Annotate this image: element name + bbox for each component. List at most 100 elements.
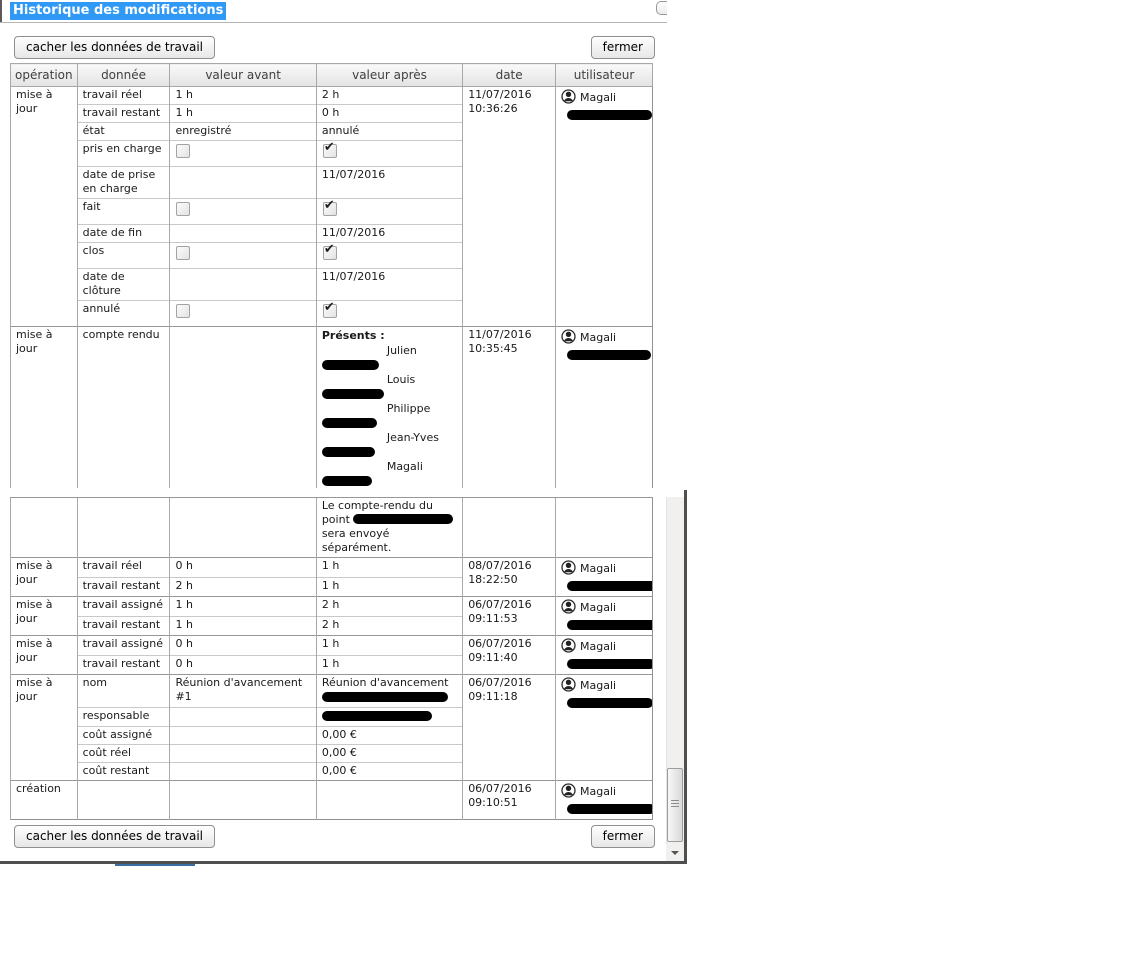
arrow-down-icon — [671, 851, 679, 855]
operation-cell: mise à jour — [11, 636, 78, 675]
date-text: 06/07/2016 — [468, 637, 551, 651]
text-line: séparément. — [322, 541, 458, 555]
value-before-cell — [170, 727, 316, 745]
value-text: 1 h — [175, 106, 311, 120]
value-text: 11/07/2016 — [322, 168, 458, 182]
value-text: 0 h — [175, 657, 311, 671]
user-cell — [556, 498, 653, 558]
date-cell — [463, 498, 556, 558]
date-text: 06/07/2016 — [468, 598, 551, 612]
time-text: 09:11:53 — [468, 612, 551, 626]
operation-cell: mise à jour — [11, 675, 78, 781]
history-entry: mise à jourtravail assigné0 h1 h06/07/20… — [11, 636, 653, 675]
value-before-cell: 0 h — [170, 636, 316, 656]
operation-cell: création — [11, 781, 78, 820]
header-row: opérationdonnéevaleur avantvaleur aprèsd… — [11, 64, 653, 87]
redaction-bar — [567, 698, 652, 708]
value-after-cell: 11/07/2016 — [316, 225, 462, 243]
checkbox-checked-icon — [323, 144, 337, 158]
user-name: Magali — [580, 640, 616, 653]
value-before-cell — [170, 199, 316, 225]
hide-work-data-button[interactable]: cacher les données de travail — [14, 825, 215, 848]
date-cell: 08/07/201618:22:50 — [463, 558, 556, 597]
value-before-cell — [170, 167, 316, 199]
table-row: mise à journomRéunion d'avancement #1Réu… — [11, 675, 653, 708]
column-header: valeur avant — [170, 64, 316, 87]
time-text: 18:22:50 — [468, 573, 551, 587]
text-line: Le compte-rendu du — [322, 499, 458, 513]
user-name: Magali — [580, 91, 616, 104]
value-before-cell: enregistré — [170, 123, 316, 141]
value-before-cell: Réunion d'avancement #1 — [170, 675, 316, 708]
dialog-title: Historique des modifications — [10, 2, 226, 20]
hide-work-data-button[interactable]: cacher les données de travail — [14, 36, 215, 59]
value-text: enregistré — [175, 124, 311, 138]
value-text: 0,00 € — [322, 764, 458, 778]
scrollbar-down-button[interactable] — [666, 844, 683, 861]
attendee-first-name: Philippe — [322, 402, 458, 416]
value-text: Réunion d'avancement — [322, 676, 458, 690]
close-button[interactable]: fermer — [591, 825, 655, 848]
column-header: valeur après — [316, 64, 462, 87]
value-before-cell — [170, 708, 316, 727]
user-cell: Magali — [556, 781, 653, 820]
field-name-cell: travail restant — [77, 577, 170, 597]
value-text: 2 h — [322, 598, 458, 612]
redaction-bar — [567, 110, 652, 120]
value-before-cell: 0 h — [170, 655, 316, 675]
redaction-bar — [353, 514, 453, 524]
value-text: 2 h — [322, 88, 458, 102]
user-cell: Magali — [556, 327, 653, 489]
attendee-first-name: Louis — [322, 373, 458, 387]
date-text: 08/07/2016 — [468, 559, 551, 573]
value-before-cell — [170, 763, 316, 781]
presents-label: Présents : — [322, 329, 458, 343]
field-name-cell: date de clôture — [77, 269, 170, 301]
field-name-cell: compte rendu — [77, 327, 170, 489]
value-after-cell: Réunion d'avancement — [316, 675, 462, 708]
redaction-bar — [567, 804, 652, 814]
value-after-cell — [316, 301, 462, 327]
user-cell: Magali — [556, 87, 653, 327]
user-cell: Magali — [556, 558, 653, 597]
field-name-cell: coût réel — [77, 745, 170, 763]
scrollbar-thumb[interactable] — [667, 768, 683, 842]
redaction-bar — [567, 581, 652, 591]
field-name-cell: annulé — [77, 301, 170, 327]
value-after-cell — [316, 708, 462, 727]
history-entry: Le compte-rendu dupointsera envoyéséparé… — [11, 498, 653, 558]
value-after-cell: Présents :JulienLouisPhilippeJean-YvesMa… — [316, 327, 462, 489]
value-text: 1 h — [175, 88, 311, 102]
user-entry: Magali — [561, 783, 648, 802]
checkbox-unchecked-icon — [176, 144, 190, 158]
field-name-cell: travail restant — [77, 616, 170, 636]
field-name-cell: travail réel — [77, 87, 170, 105]
operation-cell: mise à jour — [11, 558, 78, 597]
history-table-bottom: Le compte-rendu dupointsera envoyéséparé… — [10, 497, 653, 820]
close-button[interactable]: fermer — [591, 36, 655, 59]
avatar-icon — [561, 599, 576, 618]
field-name-cell: coût assigné — [77, 727, 170, 745]
avatar-icon — [561, 89, 576, 108]
table-row: mise à jourtravail réel1 h2 h11/07/20161… — [11, 87, 653, 105]
user-name: Magali — [580, 785, 616, 798]
checkbox-checked-icon — [323, 202, 337, 216]
value-after-cell: 2 h — [316, 597, 462, 617]
value-text: 11/07/2016 — [322, 226, 458, 240]
value-after-cell — [316, 199, 462, 225]
user-entry: Magali — [561, 89, 648, 108]
operation-cell: mise à jour — [11, 327, 78, 489]
user-name: Magali — [580, 331, 616, 344]
value-text: 0 h — [322, 106, 458, 120]
dialog-titlebar: Historique des modifications — [0, 0, 667, 23]
value-text: 11/07/2016 — [322, 270, 458, 284]
date-text: 11/07/2016 — [468, 328, 551, 342]
field-name-cell: date de fin — [77, 225, 170, 243]
history-table-top: opérationdonnéevaleur avantvaleur aprèsd… — [10, 63, 653, 488]
avatar-icon — [561, 783, 576, 802]
field-name-cell — [77, 781, 170, 820]
value-after-cell: 2 h — [316, 616, 462, 636]
redaction-bar — [322, 476, 372, 486]
attendee-first-name: Jean-Yves — [322, 431, 458, 445]
toolbar-top: cacher les données de travail fermer — [14, 36, 655, 59]
